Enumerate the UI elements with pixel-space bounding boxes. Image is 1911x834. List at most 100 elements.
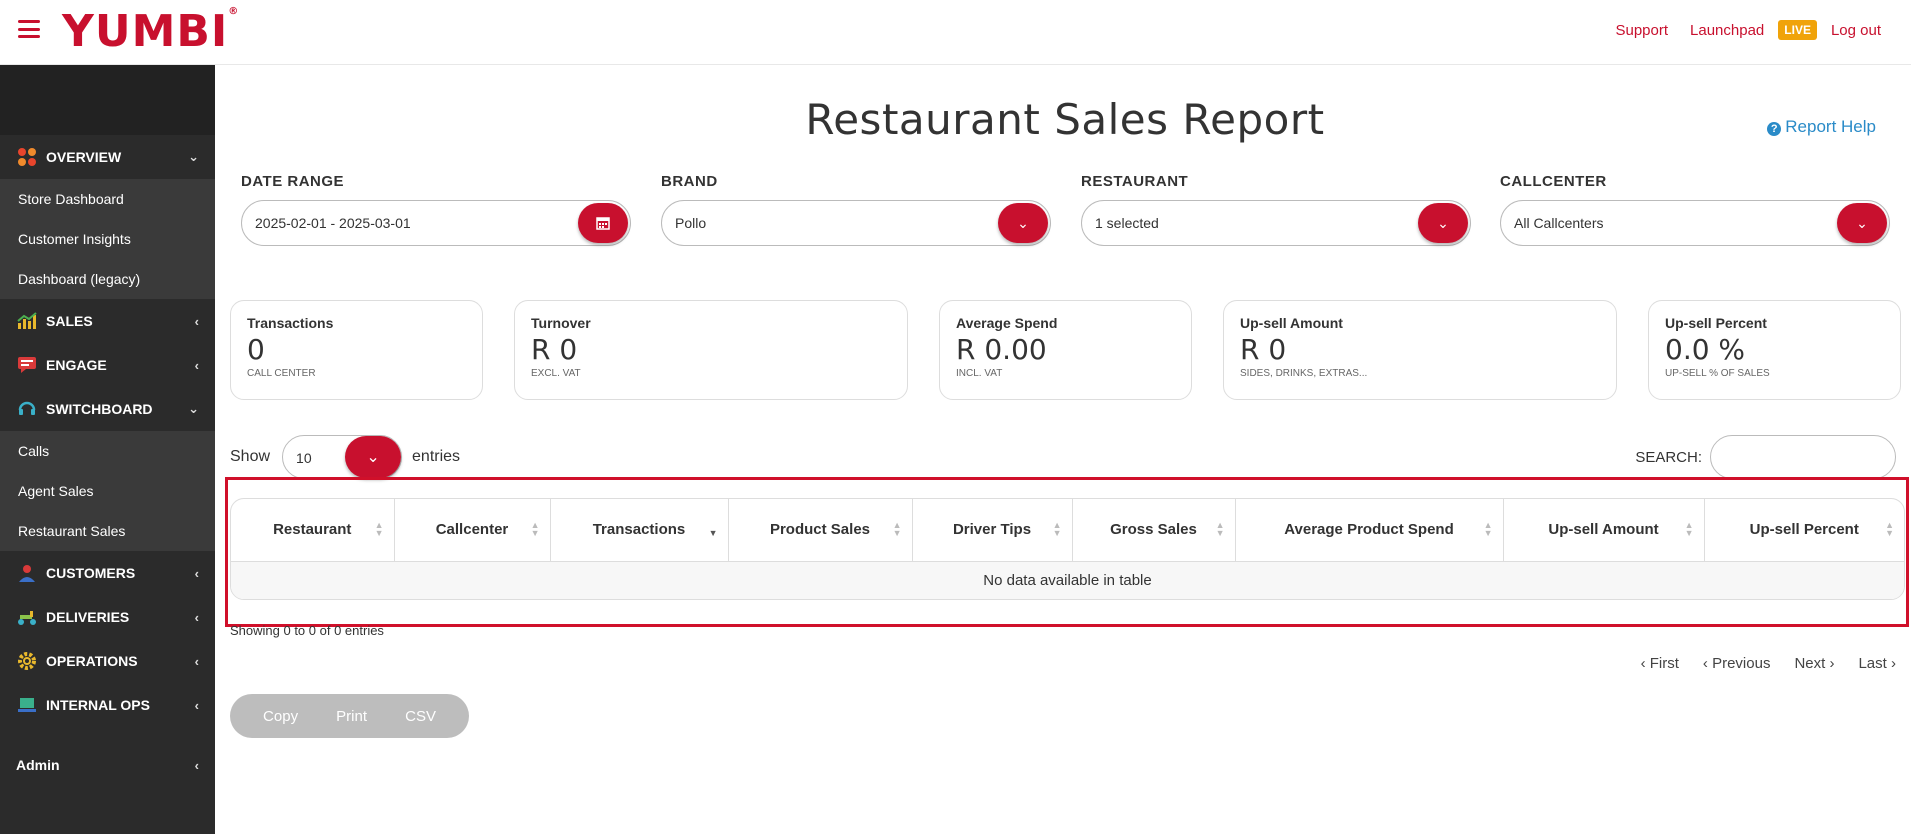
- column-label: Up-sell Amount: [1548, 521, 1659, 539]
- stat-value: R 0: [1240, 333, 1287, 366]
- table-row: No data available in table: [231, 561, 1904, 599]
- column-label: Transactions: [592, 521, 686, 539]
- entries-dropdown-button[interactable]: ⌄: [345, 436, 402, 478]
- sidebar-item-customer-insights[interactable]: Customer Insights: [0, 219, 215, 259]
- user-icon: [16, 563, 38, 583]
- column-header-driver-tips[interactable]: Driver Tips ▲ ▼: [912, 499, 1073, 562]
- laptop-icon: [16, 695, 38, 715]
- sidebar-item-agent-sales[interactable]: Agent Sales: [0, 471, 215, 511]
- sidebar: OVERVIEW ⌄ Store Dashboard Customer Insi…: [0, 65, 215, 834]
- sidebar-section-deliveries[interactable]: DELIVERIES ‹: [0, 595, 215, 639]
- sort-icon: ▲ ▼: [374, 520, 384, 538]
- logo[interactable]: YUMBI®: [62, 6, 239, 57]
- sidebar-section-label: DELIVERIES: [46, 609, 130, 625]
- table-header-row: Restaurant ▲ ▼ Callcenter ▲ ▼ Transactions ▼ …: [231, 499, 1904, 562]
- filter-callcenter: CALLCENTER All Callcenters ⌄: [1500, 173, 1890, 246]
- column-header-upsell-percent[interactable]: Up-sell Percent ▲ ▼: [1704, 499, 1904, 562]
- column-label: Product Sales: [769, 521, 871, 539]
- stat-subtitle: EXCL. VAT: [531, 368, 581, 379]
- stat-turnover: Turnover R 0 EXCL. VAT: [514, 300, 908, 400]
- column-header-product-sales[interactable]: Product Sales ▲ ▼: [728, 499, 913, 562]
- stat-upsell-amount: Up-sell Amount R 0 SIDES, DRINKS, EXTRAS…: [1223, 300, 1617, 400]
- callcenter-select[interactable]: All Callcenters ⌄: [1500, 200, 1890, 246]
- calendar-button[interactable]: [578, 203, 628, 243]
- filter-date-range: DATE RANGE 2025-02-01 - 2025-03-01: [241, 173, 631, 246]
- copy-button[interactable]: Copy: [263, 708, 298, 725]
- callcenter-dropdown-button[interactable]: ⌄: [1837, 203, 1887, 243]
- stat-subtitle: CALL CENTER: [247, 368, 316, 379]
- sidebar-section-label: ENGAGE: [46, 357, 107, 373]
- sidebar-section-label: Admin: [16, 757, 60, 773]
- entries-select[interactable]: 10 ⌄: [282, 435, 403, 479]
- stat-average-spend: Average Spend R 0.00 INCL. VAT: [939, 300, 1192, 400]
- show-label: Show: [230, 448, 271, 465]
- csv-button[interactable]: CSV: [405, 708, 436, 725]
- brand-select[interactable]: Pollo ⌄: [661, 200, 1051, 246]
- sidebar-section-internal-ops[interactable]: INTERNAL OPS ‹: [0, 683, 215, 727]
- overview-icon: [16, 147, 38, 167]
- sidebar-section-engage[interactable]: ENGAGE ‹: [0, 343, 215, 387]
- pagination-label: Last: [1858, 655, 1887, 672]
- sidebar-section-customers[interactable]: CUSTOMERS ‹: [0, 551, 215, 595]
- callcenter-value: All Callcenters: [1514, 215, 1604, 231]
- sidebar-item-store-dashboard[interactable]: Store Dashboard: [0, 179, 215, 219]
- pagination-previous[interactable]: ‹ Previous: [1703, 655, 1771, 672]
- column-header-restaurant[interactable]: Restaurant ▲ ▼: [231, 499, 395, 562]
- chevron-down-icon: ⌄: [366, 449, 380, 466]
- date-range-input[interactable]: 2025-02-01 - 2025-03-01: [241, 200, 631, 246]
- stat-value: 0: [247, 333, 265, 366]
- search-input[interactable]: [1710, 435, 1896, 479]
- column-header-upsell-amount[interactable]: Up-sell Amount ▲ ▼: [1503, 499, 1705, 562]
- calendar-icon: [596, 217, 610, 230]
- search-label: SEARCH:: [1635, 448, 1702, 466]
- column-label: Driver Tips: [952, 521, 1032, 539]
- sort-icon: ▲ ▼: [1885, 520, 1894, 538]
- chevron-left-icon: ‹: [194, 697, 199, 713]
- print-button[interactable]: Print: [336, 708, 367, 725]
- report-help-link[interactable]: ? Report Help: [1767, 117, 1876, 137]
- column-label: Callcenter: [435, 521, 509, 539]
- header-links: Support Launchpad LIVE Log out: [1615, 20, 1881, 40]
- sort-icon: ▲ ▼: [1684, 520, 1694, 538]
- chevron-left-icon: ‹: [194, 565, 199, 581]
- stat-title: Transactions: [247, 315, 334, 331]
- support-link[interactable]: Support: [1615, 22, 1668, 39]
- pagination-label: Next: [1794, 655, 1826, 672]
- logout-link[interactable]: Log out: [1831, 22, 1881, 39]
- brand-dropdown-button[interactable]: ⌄: [998, 203, 1048, 243]
- launchpad-link[interactable]: Launchpad: [1690, 22, 1764, 39]
- restaurant-dropdown-button[interactable]: ⌄: [1418, 203, 1468, 243]
- sort-icon: ▲ ▼: [892, 520, 902, 538]
- column-header-gross-sales[interactable]: Gross Sales ▲ ▼: [1072, 499, 1236, 562]
- pagination-last[interactable]: Last ›: [1858, 655, 1896, 672]
- brand-value: Pollo: [675, 215, 707, 231]
- sidebar-item-restaurant-sales[interactable]: Restaurant Sales: [0, 511, 215, 551]
- pagination-next[interactable]: Next ›: [1794, 655, 1834, 672]
- menu-icon[interactable]: [18, 20, 40, 38]
- sidebar-section-operations[interactable]: OPERATIONS ‹: [0, 639, 215, 683]
- restaurant-select[interactable]: 1 selected ⌄: [1081, 200, 1471, 246]
- search-control: SEARCH:: [1635, 435, 1896, 479]
- stat-value: 0.0 %: [1665, 333, 1746, 366]
- filter-label: RESTAURANT: [1081, 173, 1189, 190]
- sidebar-section-switchboard[interactable]: SWITCHBOARD ⌄: [0, 387, 215, 431]
- chevron-down-icon: ⌄: [1856, 214, 1868, 231]
- sidebar-section-sales[interactable]: SALES ‹: [0, 299, 215, 343]
- restaurant-value: 1 selected: [1095, 215, 1159, 231]
- sidebar-item-dashboard-legacy[interactable]: Dashboard (legacy): [0, 259, 215, 299]
- stat-title: Average Spend: [956, 315, 1058, 331]
- sidebar-item-calls[interactable]: Calls: [0, 431, 215, 471]
- stat-subtitle: UP-SELL % OF SALES: [1665, 368, 1770, 379]
- stat-title: Up-sell Amount: [1240, 315, 1343, 331]
- sidebar-section-label: OVERVIEW: [46, 149, 122, 165]
- column-header-average-product-spend[interactable]: Average Product Spend ▲ ▼: [1235, 499, 1504, 562]
- gear-icon: [16, 651, 38, 671]
- chat-icon: [16, 355, 38, 375]
- sidebar-section-overview[interactable]: OVERVIEW ⌄: [0, 135, 215, 179]
- sidebar-section-admin[interactable]: Admin ‹: [0, 743, 215, 787]
- pagination-first[interactable]: ‹ First: [1641, 655, 1679, 672]
- column-header-transactions[interactable]: Transactions ▼: [550, 499, 729, 562]
- headset-icon: [16, 399, 38, 419]
- column-header-callcenter[interactable]: Callcenter ▲ ▼: [394, 499, 551, 562]
- filter-brand: BRAND Pollo ⌄: [661, 173, 1051, 246]
